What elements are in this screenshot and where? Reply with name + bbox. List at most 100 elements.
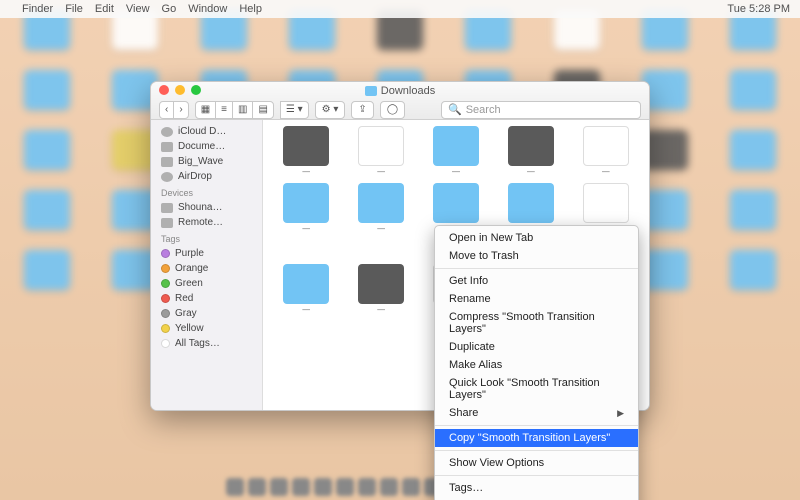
- view-list[interactable]: ≡: [215, 101, 233, 119]
- context-menu-item-label: Copy "Smooth Transition Layers": [449, 432, 610, 444]
- sidebar-tag[interactable]: Yellow: [151, 321, 262, 336]
- arrange-button[interactable]: ☰ ▾: [280, 101, 309, 119]
- close-button[interactable]: [159, 85, 169, 95]
- grid-item[interactable]: —: [271, 183, 342, 258]
- search-input[interactable]: 🔍 Search: [441, 101, 641, 119]
- context-menu-item[interactable]: Tags…: [435, 479, 638, 497]
- zoom-button[interactable]: [191, 85, 201, 95]
- sidebar-item[interactable]: Remote…: [151, 215, 262, 230]
- grid-item[interactable]: —: [346, 183, 417, 258]
- sidebar-item[interactable]: Shouna…: [151, 200, 262, 215]
- file-thumb: [358, 264, 404, 304]
- grid-item[interactable]: —: [495, 126, 566, 177]
- menubar-clock[interactable]: Tue 5:28 PM: [727, 3, 790, 15]
- tag-dot-icon: [161, 249, 170, 258]
- context-menu-item-label: Make Alias: [449, 359, 502, 371]
- file-thumb: [508, 126, 554, 166]
- grid-item[interactable]: —: [346, 126, 417, 177]
- tag-dot-icon: [161, 339, 170, 348]
- context-menu-item[interactable]: Make Alias: [435, 356, 638, 374]
- sidebar-item[interactable]: AirDrop: [151, 169, 262, 184]
- menu-app[interactable]: Finder: [22, 3, 53, 15]
- search-placeholder: Search: [466, 104, 501, 116]
- context-menu-item[interactable]: Rename: [435, 290, 638, 308]
- share-button[interactable]: ⇪: [351, 101, 373, 119]
- sidebar-section-tags: Tags: [151, 230, 262, 246]
- sidebar-tag[interactable]: All Tags…: [151, 336, 262, 351]
- air-icon: [161, 172, 173, 182]
- context-menu-item[interactable]: Open in New Tab: [435, 229, 638, 247]
- context-menu-item[interactable]: Compress "Smooth Transition Layers": [435, 308, 638, 338]
- sidebar-item-label: Purple: [175, 248, 204, 259]
- sidebar-section-devices: Devices: [151, 184, 262, 200]
- grid-item[interactable]: —: [421, 126, 492, 177]
- sidebar-item-label: Orange: [175, 263, 208, 274]
- menubar: Finder File Edit View Go Window Help Tue…: [0, 0, 800, 18]
- sidebar-item-label: Red: [175, 293, 193, 304]
- file-name: —: [377, 168, 385, 177]
- context-menu-item[interactable]: Duplicate: [435, 338, 638, 356]
- file-thumb: [358, 183, 404, 223]
- view-gallery[interactable]: ▤: [252, 101, 273, 119]
- file-thumb: [583, 126, 629, 166]
- tag-dot-icon: [161, 279, 170, 288]
- back-button[interactable]: ‹: [159, 101, 174, 119]
- context-menu-separator: [435, 268, 638, 269]
- cloud-icon: [161, 127, 173, 137]
- sidebar-item[interactable]: Big_Wave: [151, 154, 262, 169]
- context-menu-item-label: Show View Options: [449, 457, 544, 469]
- forward-button[interactable]: ›: [173, 101, 188, 119]
- file-name: —: [302, 168, 310, 177]
- file-name: —: [527, 168, 535, 177]
- action-button[interactable]: ⚙ ▾: [315, 101, 346, 119]
- sidebar-tag[interactable]: Green: [151, 276, 262, 291]
- context-menu-separator: [435, 475, 638, 476]
- sidebar-tag[interactable]: Orange: [151, 261, 262, 276]
- grid-item[interactable]: —: [271, 264, 342, 315]
- sidebar: iCloud D…Docume…Big_WaveAirDrop Devices …: [151, 120, 263, 410]
- context-menu-item[interactable]: Move to Trash: [435, 247, 638, 265]
- sidebar-tag[interactable]: Red: [151, 291, 262, 306]
- tag-dot-icon: [161, 294, 170, 303]
- view-icons[interactable]: ▦: [195, 101, 216, 119]
- context-menu-item-label: Tags…: [449, 482, 483, 494]
- sidebar-item-label: All Tags…: [175, 338, 220, 349]
- menu-go[interactable]: Go: [162, 3, 177, 15]
- dock: [0, 476, 800, 498]
- context-menu-item-label: Compress "Smooth Transition Layers": [449, 311, 624, 335]
- menu-edit[interactable]: Edit: [95, 3, 114, 15]
- window-title-text: Downloads: [381, 85, 435, 97]
- context-menu-separator: [435, 425, 638, 426]
- minimize-button[interactable]: [175, 85, 185, 95]
- grid-item[interactable]: —: [570, 126, 641, 177]
- tags-button[interactable]: ◯: [380, 101, 405, 119]
- sidebar-item[interactable]: Docume…: [151, 139, 262, 154]
- context-menu-separator: [435, 450, 638, 451]
- sidebar-tag[interactable]: Purple: [151, 246, 262, 261]
- sidebar-item[interactable]: iCloud D…: [151, 124, 262, 139]
- context-menu-item[interactable]: Get Info: [435, 272, 638, 290]
- file-thumb: [433, 183, 479, 223]
- disk-icon: [161, 203, 173, 213]
- file-name: —: [377, 225, 385, 234]
- context-menu-item[interactable]: Quick Look "Smooth Transition Layers": [435, 374, 638, 404]
- context-menu-item[interactable]: Copy "Smooth Transition Layers": [435, 429, 638, 447]
- grid-item[interactable]: —: [271, 126, 342, 177]
- menu-window[interactable]: Window: [188, 3, 227, 15]
- disk-icon: [161, 218, 173, 228]
- sidebar-item-label: AirDrop: [178, 171, 212, 182]
- tag-dot-icon: [161, 264, 170, 273]
- grid-item[interactable]: —: [346, 264, 417, 315]
- menu-file[interactable]: File: [65, 3, 83, 15]
- menu-help[interactable]: Help: [239, 3, 262, 15]
- view-columns[interactable]: ▥: [232, 101, 253, 119]
- file-thumb: [283, 264, 329, 304]
- sidebar-tag[interactable]: Gray: [151, 306, 262, 321]
- sidebar-item-label: iCloud D…: [178, 126, 226, 137]
- menu-view[interactable]: View: [126, 3, 150, 15]
- context-menu-item[interactable]: Show View Options: [435, 454, 638, 472]
- file-thumb: [283, 183, 329, 223]
- tag-dot-icon: [161, 309, 170, 318]
- folder-icon: [508, 183, 554, 223]
- context-menu-item[interactable]: Share▶: [435, 404, 638, 422]
